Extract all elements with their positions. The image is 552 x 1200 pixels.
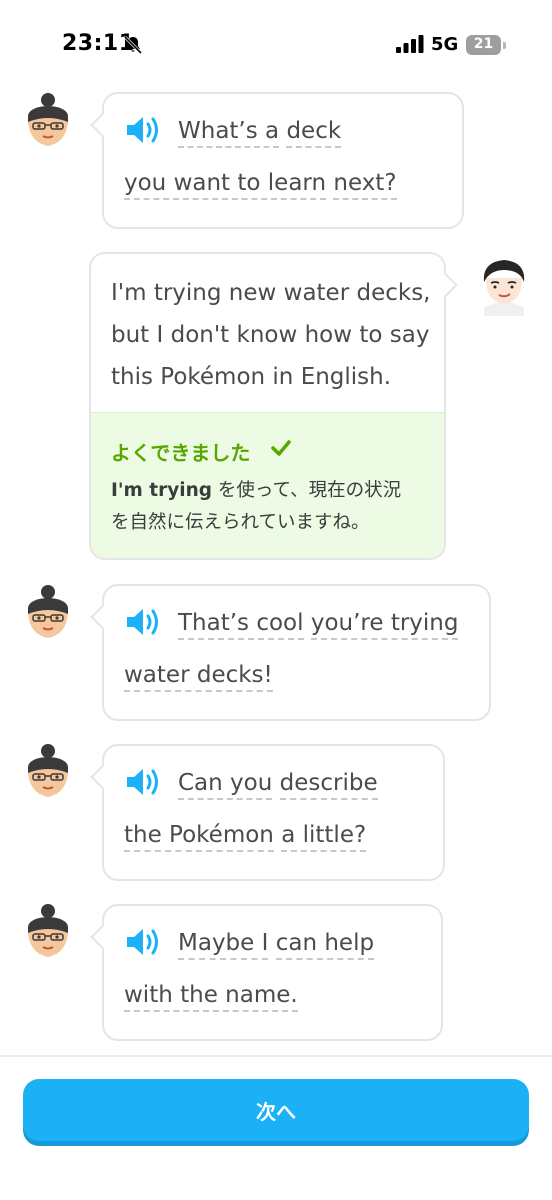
message-phrase[interactable]: That’s cool	[178, 610, 304, 640]
message-line: What’s a deck	[178, 118, 342, 148]
message-line: with the name.	[124, 982, 298, 1012]
footer-divider	[0, 1055, 552, 1057]
battery-icon: 21	[466, 35, 506, 55]
message-phrase[interactable]: you’re trying	[310, 610, 459, 640]
message-line: Maybe I can help	[178, 930, 375, 960]
message-phrase[interactable]: Maybe I	[178, 930, 269, 960]
user-avatar-icon	[483, 260, 525, 316]
message-bubble-2: That’s cool you’re trying water decks!	[90, 584, 491, 721]
speaker-icon[interactable]	[124, 606, 162, 638]
user-message-line: this Pokémon in English.	[111, 364, 392, 390]
message-line: the Pokémon a little?	[124, 822, 367, 852]
feedback-title: よくできました	[111, 441, 251, 465]
user-message-line: but I don't know how to say	[111, 322, 430, 348]
message-bubble-1: What’s a deck you want to learn next?	[90, 92, 464, 229]
next-button[interactable]: 次へ	[23, 1079, 529, 1141]
message-phrase[interactable]: water decks!	[124, 662, 273, 692]
message-line: you want to learn next?	[124, 170, 397, 200]
message-phrase[interactable]: the Pokémon	[124, 822, 274, 852]
speaker-icon[interactable]	[124, 766, 162, 798]
user-message-line: I'm trying new water decks,	[111, 280, 431, 306]
message-phrase[interactable]: a little?	[281, 822, 367, 852]
character-avatar-icon	[28, 904, 68, 957]
message-phrase[interactable]: Can you	[178, 770, 273, 800]
character-avatar-icon	[28, 585, 68, 638]
message-line: That’s cool you’re trying	[178, 610, 459, 640]
speaker-icon[interactable]	[124, 114, 162, 146]
message-phrase[interactable]: next?	[333, 170, 397, 200]
feedback-text-2: を自然に伝えられていますね。	[111, 512, 370, 533]
message-bubble-4: Maybe I can help with the name.	[90, 904, 443, 1041]
message-phrase[interactable]: What’s a	[178, 118, 280, 148]
checkmark-icon	[271, 440, 291, 456]
feedback-panel: よくできました I'm trying を使って、現在の状況 を自然に伝えられてい…	[91, 412, 444, 558]
signal-icon	[396, 35, 424, 53]
character-avatar-icon	[28, 744, 68, 797]
feedback-highlight: I'm trying	[111, 480, 213, 501]
message-line: Can you describe	[178, 770, 378, 800]
status-bar: 23:11 5G 21	[0, 0, 552, 90]
silent-bell-icon	[123, 35, 143, 55]
message-line: water decks!	[124, 662, 273, 692]
message-phrase[interactable]: describe	[279, 770, 378, 800]
battery-level: 21	[473, 36, 494, 52]
message-phrase[interactable]: can help	[275, 930, 375, 960]
message-phrase[interactable]: with the name.	[124, 982, 298, 1012]
message-bubble-3: Can you describe the Pokémon a little?	[90, 744, 445, 881]
speaker-icon[interactable]	[124, 926, 162, 958]
user-message-bubble: I'm trying new water decks, but I don't …	[89, 252, 458, 560]
message-phrase[interactable]: you want to learn	[124, 170, 327, 200]
feedback-body: I'm trying を使って、現在の状況 を自然に伝えられていますね。	[111, 475, 401, 539]
character-avatar-icon	[28, 93, 68, 146]
feedback-text-1: を使って、現在の状況	[212, 480, 402, 501]
message-phrase[interactable]: deck	[286, 118, 342, 148]
network-label: 5G	[431, 34, 459, 55]
